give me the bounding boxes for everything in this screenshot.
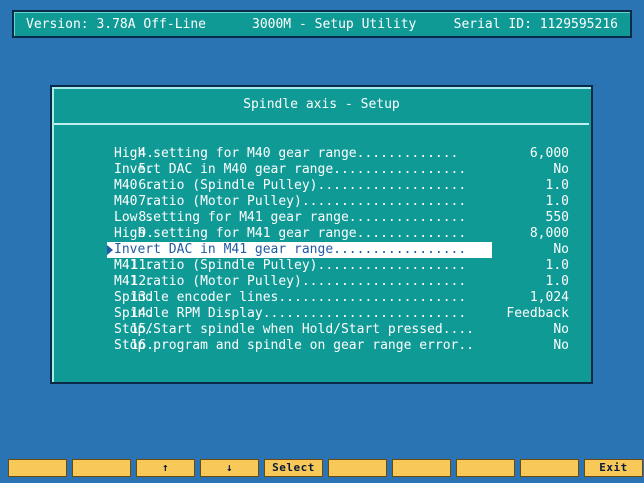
setting-row[interactable]: 13. Spindle encoder lines................…	[52, 290, 591, 306]
setting-label: High setting for M40 gear range.........…	[114, 146, 459, 161]
setting-row[interactable]: 14. Spindle RPM Display..................…	[52, 306, 591, 322]
setting-label: Spindle RPM Display.....................…	[114, 306, 467, 321]
setting-label: High setting for M41 gear range.........…	[114, 226, 467, 241]
setup-panel: Spindle axis - Setup 4. High setting for …	[50, 85, 593, 384]
f9-key[interactable]	[520, 459, 579, 477]
setting-value: 8,000	[529, 226, 569, 241]
setting-value: 1.0	[545, 258, 569, 273]
setting-label: M41 ratio (Spindle Pulley)..............…	[114, 258, 467, 273]
panel-divider	[54, 123, 589, 125]
setting-row[interactable]: 6. M40 ratio (Spindle Pulley)............…	[52, 178, 591, 194]
setting-row[interactable]: 9. High setting for M41 gear range.......…	[52, 226, 591, 242]
select-key[interactable]: Select	[264, 459, 323, 477]
setting-row[interactable]: 15. Stop/Start spindle when Hold/Start pr…	[52, 322, 591, 338]
panel-title: Spindle axis - Setup	[243, 97, 400, 112]
setting-label: Stop/Start spindle when Hold/Start press…	[114, 322, 475, 337]
down-arrow-key[interactable]: ↓	[200, 459, 259, 477]
setting-row[interactable]: 7. M40 ratio (Motor Pulley)..............…	[52, 194, 591, 210]
setting-label: Invert DAC in M41 gear range............…	[107, 242, 492, 258]
setting-value: 1,024	[529, 290, 569, 305]
setting-label: Spindle encoder lines...................…	[114, 290, 467, 305]
function-key-bar: ↑ ↓ Select Exit	[8, 459, 643, 477]
setting-label: M40 ratio (Motor Pulley)................…	[114, 194, 467, 209]
setting-label: M40 ratio (Spindle Pulley)..............…	[114, 178, 467, 193]
setting-value: 6,000	[529, 146, 569, 161]
setting-value: No	[553, 338, 569, 353]
header-bar: Version: 3.78A Off-Line 3000M - Setup Ut…	[12, 10, 632, 38]
setting-value: Feedback	[506, 306, 569, 321]
f7-key[interactable]	[392, 459, 451, 477]
setting-value: No	[553, 162, 569, 177]
exit-key[interactable]: Exit	[584, 459, 643, 477]
setting-row[interactable]: 5. Invert DAC in M40 gear range..........…	[52, 162, 591, 178]
setting-label: Low setting for M41 gear range..........…	[114, 210, 467, 225]
serial-id: Serial ID: 1129595216	[453, 17, 618, 32]
setting-value: 1.0	[545, 178, 569, 193]
setting-value: No	[553, 322, 569, 337]
setting-label: Invert DAC in M40 gear range............…	[114, 162, 467, 177]
setting-value: 1.0	[545, 194, 569, 209]
setting-label: M41 ratio (Motor Pulley)................…	[114, 274, 467, 289]
version-label: Version: 3.78A Off-Line	[26, 17, 207, 32]
f2-key[interactable]	[72, 459, 131, 477]
setting-row[interactable]: 8. Low setting for M41 gear range........…	[52, 210, 591, 226]
app-title: 3000M - Setup Utility	[252, 17, 417, 32]
f8-key[interactable]	[456, 459, 515, 477]
setting-row[interactable]: 16. Stop program and spindle on gear rang…	[52, 338, 591, 354]
up-arrow-key[interactable]: ↑	[136, 459, 195, 477]
setting-value: 550	[545, 210, 569, 225]
setting-row[interactable]: 11. M41 ratio (Spindle Pulley)...........…	[52, 258, 591, 274]
f1-key[interactable]	[8, 459, 67, 477]
setting-value: No	[553, 242, 569, 257]
f6-key[interactable]	[328, 459, 387, 477]
setting-label: Stop program and spindle on gear range e…	[114, 338, 475, 353]
setting-row[interactable]: 12. M41 ratio (Motor Pulley).............…	[52, 274, 591, 290]
setting-value: 1.0	[545, 274, 569, 289]
setting-row[interactable]: 4. High setting for M40 gear range.......…	[52, 146, 591, 162]
setting-row[interactable]: 10.Invert DAC in M41 gear range.........…	[52, 242, 591, 258]
